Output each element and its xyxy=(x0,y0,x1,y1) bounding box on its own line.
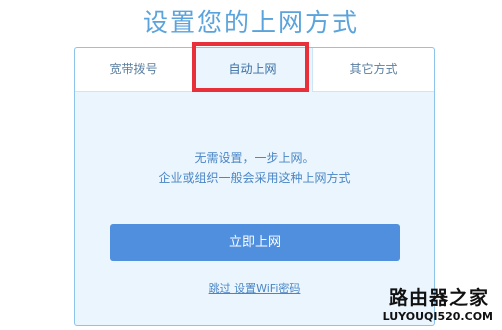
tab-broadband-dialup[interactable]: 宽带拨号 xyxy=(75,48,192,91)
watermark: 路由器之家 LUYOUQI520.COM xyxy=(359,287,499,327)
tab-bar: 宽带拨号 自动上网 其它方式 xyxy=(75,48,434,92)
page-title: 设置您的上网方式 xyxy=(142,8,359,37)
description-line-2: 企业或组织一般会采用这种上网方式 xyxy=(158,171,351,185)
watermark-en: LUYOUQI520.COM xyxy=(382,310,493,323)
connect-now-button[interactable]: 立即上网 xyxy=(110,224,400,261)
tab-other-methods[interactable]: 其它方式 xyxy=(313,48,434,91)
setup-card: 宽带拨号 自动上网 其它方式 无需设置，一步上网。 企业或组织一般会采用这种上网… xyxy=(74,47,435,326)
page: 设置您的上网方式 宽带拨号 自动上网 其它方式 无需设置，一步上网。 企业或组织… xyxy=(0,0,502,330)
description-line-1: 无需设置，一步上网。 xyxy=(194,151,315,165)
tab-auto-connect[interactable]: 自动上网 xyxy=(192,48,313,92)
watermark-cn: 路由器之家 xyxy=(388,287,489,309)
